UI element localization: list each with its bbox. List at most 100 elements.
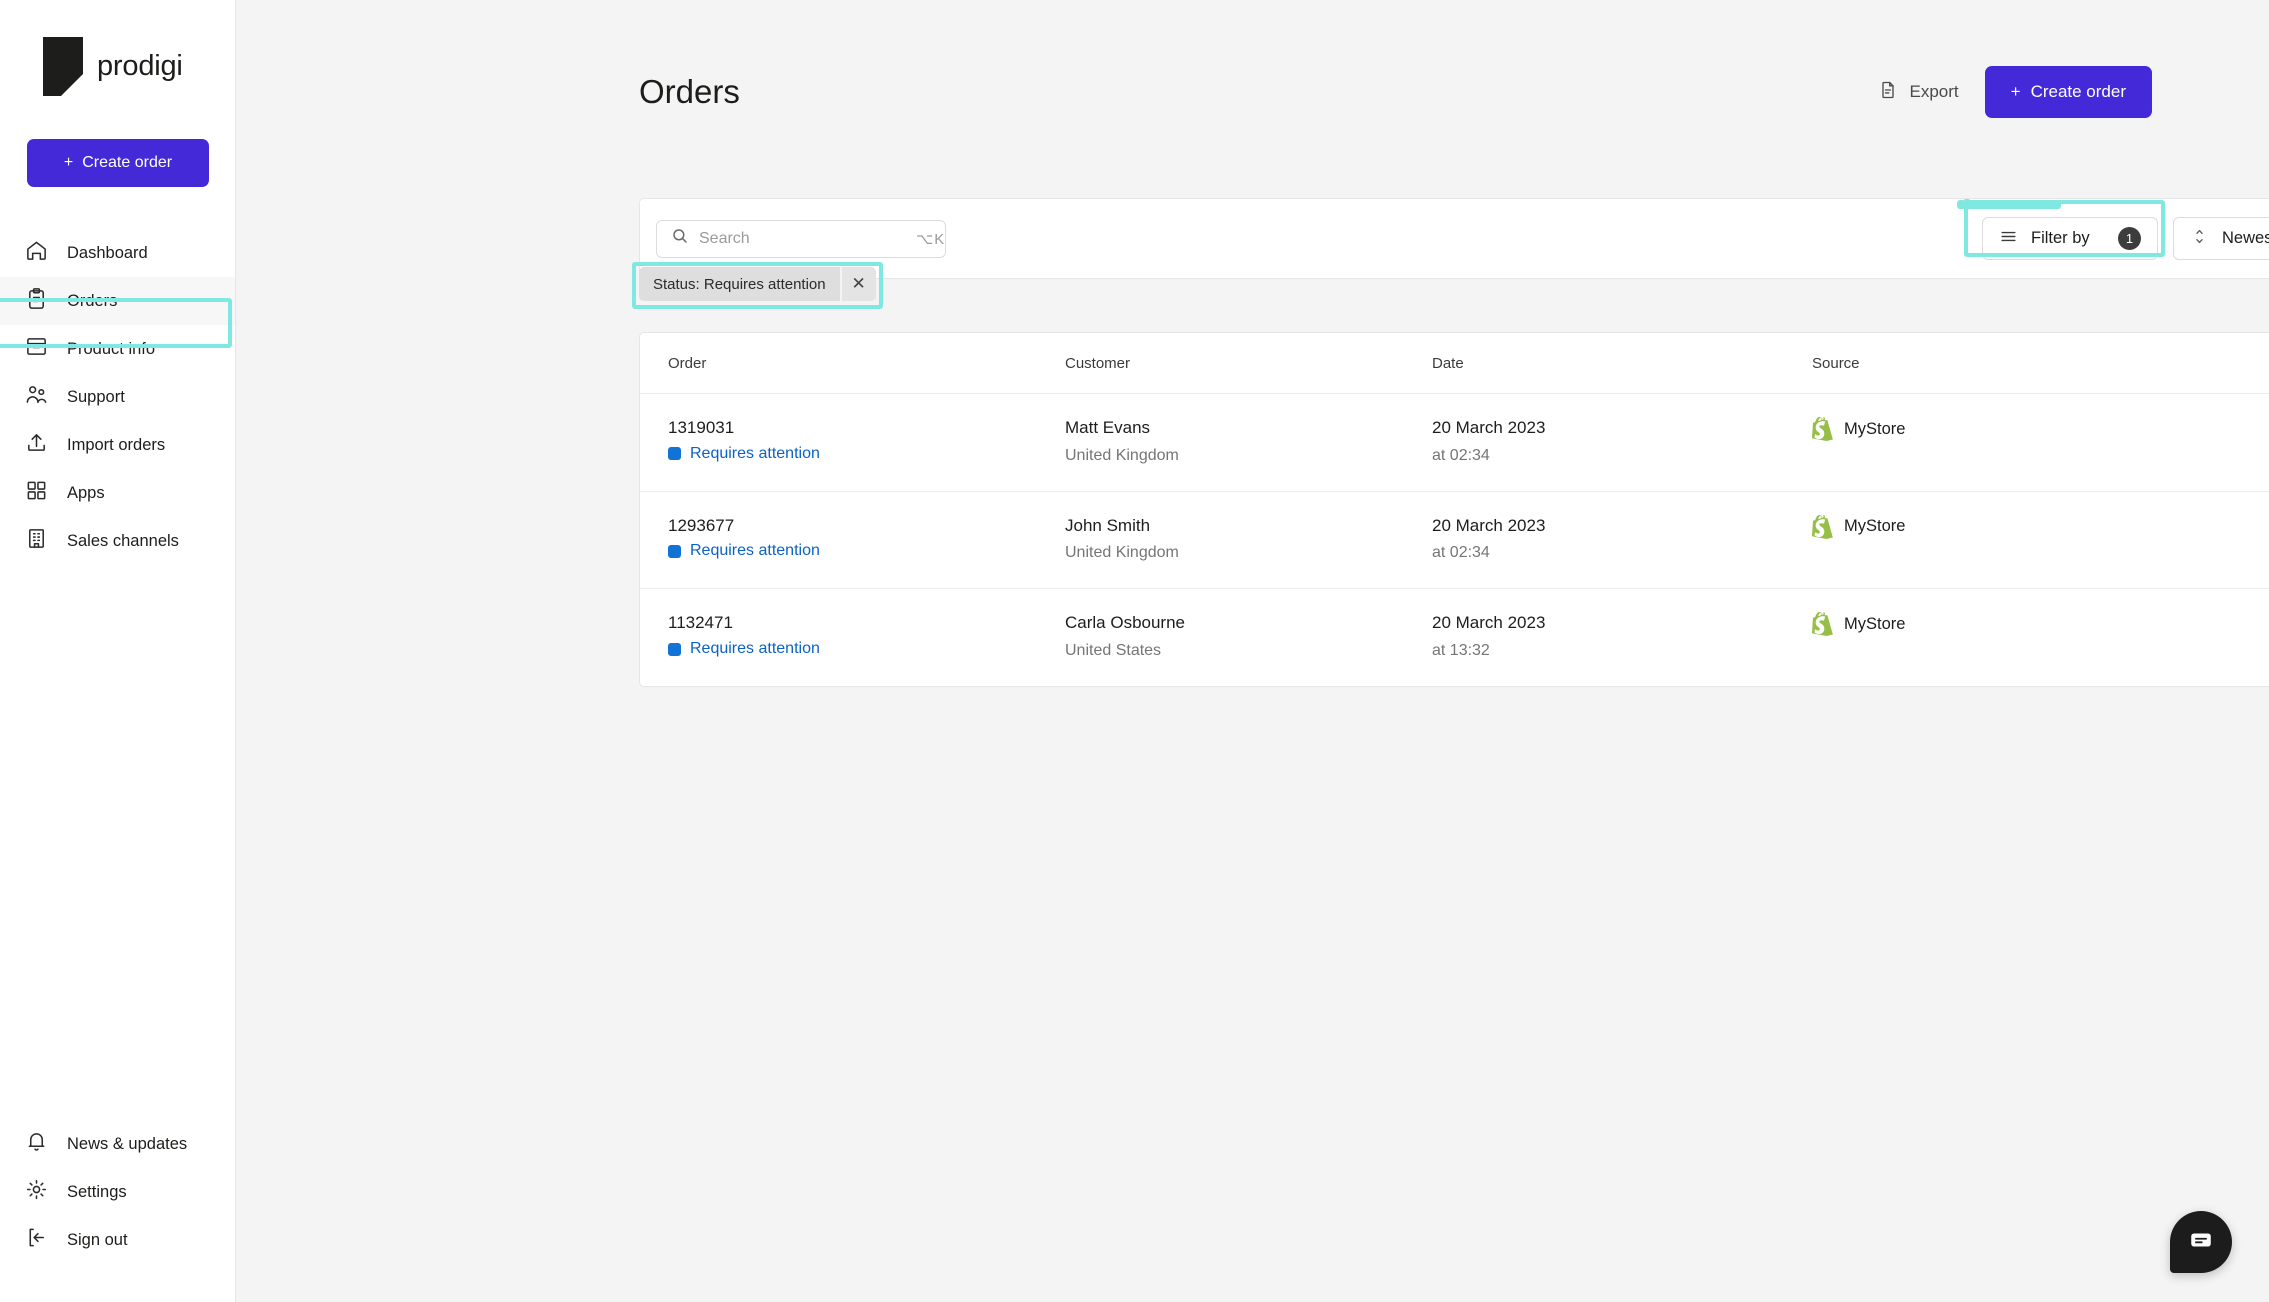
cell-date: 20 March 2023 at 02:34 [1432,491,1812,590]
sidebar-item-settings[interactable]: Settings [0,1168,235,1216]
orders-table-card: Order Customer Date Source Total 1319031 [639,332,2269,687]
order-date: 20 March 2023 [1432,613,1546,633]
grid-icon [25,479,48,507]
plus-icon: + [2010,82,2021,101]
sidebar-item-label: Apps [67,483,105,502]
source-name: MyStore [1844,517,1906,536]
source-name: MyStore [1844,419,1906,438]
sidebar-item-sales-channels[interactable]: Sales channels [0,517,235,565]
cell-source: MyStore [1812,589,2212,686]
sidebar-item-dashboard[interactable]: Dashboard [0,229,235,277]
main-content: Orders Export + Create order Search ⌥K F… [236,0,2269,1302]
order-date: 20 March 2023 [1432,418,1546,437]
order-status-link[interactable]: Requires attention [668,640,1065,658]
order-id: 1319031 [668,418,735,437]
order-time: at 13:32 [1432,642,1490,659]
filter-by-button[interactable]: Filter by 1 [1982,217,2158,260]
table-row[interactable]: 1319031 Requires attention Matt Evans Un… [640,393,2269,492]
filter-chip-status[interactable]: Status: Requires attention ✕ [639,267,876,301]
status-dot-icon [668,447,681,461]
cell-order: 1319031 Requires attention [640,393,1065,492]
sidebar-create-order-label: Create order [82,154,173,171]
sidebar-item-label: Sign out [67,1230,128,1249]
sidebar-item-sign-out[interactable]: Sign out [0,1216,235,1264]
order-time: at 02:34 [1432,544,1490,562]
table-header-row: Order Customer Date Source Total [640,333,2269,394]
sort-updown-icon [2190,227,2209,251]
shopify-icon [1812,514,1834,539]
sidebar-item-label: Settings [67,1182,127,1201]
cell-total: Pending [2212,491,2269,590]
column-header-total: Total [2212,333,2269,394]
export-label: Export [1909,82,1959,101]
chat-widget-button[interactable] [2170,1211,2232,1273]
close-icon: ✕ [851,274,866,293]
sidebar: prodigi + Create order Dashboard Orders [0,0,236,1302]
sidebar-item-label: Product info [67,339,156,358]
bell-icon [25,1130,48,1158]
cell-total: Pending [2212,393,2269,492]
sidebar-item-label: Sales channels [67,531,179,550]
order-status-link[interactable]: Requires attention [668,542,1065,560]
sidebar-item-product-info[interactable]: Product info [0,325,235,373]
orders-toolbar: ⌥K Filter by 1 Newest first [639,198,2269,279]
app-root: prodigi + Create order Dashboard Orders [0,0,2269,1302]
sidebar-item-import-orders[interactable]: Import orders [0,421,235,469]
filter-by-label: Filter by [2031,229,2090,247]
sidebar-nav-primary: Dashboard Orders Product info Support Im… [0,229,235,565]
cell-date: 20 March 2023 at 13:32 [1432,589,1812,686]
toolbar-right-controls: Filter by 1 Newest first [1982,217,2269,260]
customer-name: Matt Evans [1065,418,1151,437]
sidebar-item-news-updates[interactable]: News & updates [0,1120,235,1168]
sort-order-button[interactable]: Newest first [2173,217,2269,260]
order-id: 1293677 [668,515,735,535]
customer-name: John Smith [1065,515,1151,535]
people-icon [25,383,48,411]
filter-chip-remove-button[interactable]: ✕ [839,267,876,301]
search-box[interactable]: ⌥K [656,219,946,258]
cell-customer: John Smith United Kingdom [1065,491,1432,590]
sidebar-nav-secondary: News & updates Settings Sign out [0,1120,235,1264]
sidebar-item-orders[interactable]: Orders [0,277,235,325]
export-button[interactable]: Export [1878,80,1959,105]
chat-bubble-icon [2188,1227,2214,1258]
home-icon [25,239,48,267]
status-dot-icon [668,642,681,656]
table-row[interactable]: 1132471 Requires attention Carla Osbourn… [640,589,2269,686]
sidebar-item-apps[interactable]: Apps [0,469,235,517]
search-shortcut-hint: ⌥K [916,230,946,248]
cell-total: Pending [2212,589,2269,686]
brand-logo[interactable]: prodigi [0,0,235,96]
sidebar-create-order-button[interactable]: + Create order [27,139,209,187]
cell-order: 1132471 Requires attention [640,589,1065,686]
sort-order-label: Newest first [2222,229,2269,247]
orders-table: Order Customer Date Source Total 1319031 [640,333,2269,686]
customer-country: United Kingdom [1065,446,1179,464]
sidebar-item-label: News & updates [67,1134,188,1153]
order-status-label: Requires attention [690,444,820,462]
create-order-label: Create order [2030,82,2126,101]
cell-date: 20 March 2023 at 02:34 [1432,393,1812,492]
upload-icon [25,431,48,459]
archive-box-icon [25,335,48,363]
cell-source: MyStore [1812,491,2212,590]
create-order-button[interactable]: + Create order [1984,66,2152,118]
order-date: 20 March 2023 [1432,515,1546,535]
search-input[interactable] [699,229,906,248]
column-header-date: Date [1432,333,1812,394]
sign-out-icon [25,1226,48,1254]
cell-customer: Carla Osbourne United States [1065,589,1432,686]
header-actions: Export + Create order [1878,66,2152,118]
column-header-source: Source [1812,333,2212,394]
filter-lines-icon [1999,227,2018,251]
table-body: 1319031 Requires attention Matt Evans Un… [640,393,2269,686]
prodigi-logo-icon [43,37,83,96]
gear-icon [25,1178,48,1206]
page-title: Orders [639,73,740,110]
sidebar-item-support[interactable]: Support [0,373,235,421]
order-time: at 02:34 [1432,446,1490,464]
order-status-link[interactable]: Requires attention [668,445,1065,463]
table-row[interactable]: 1293677 Requires attention John Smith Un… [640,491,2269,590]
cell-source: MyStore [1812,393,2212,492]
